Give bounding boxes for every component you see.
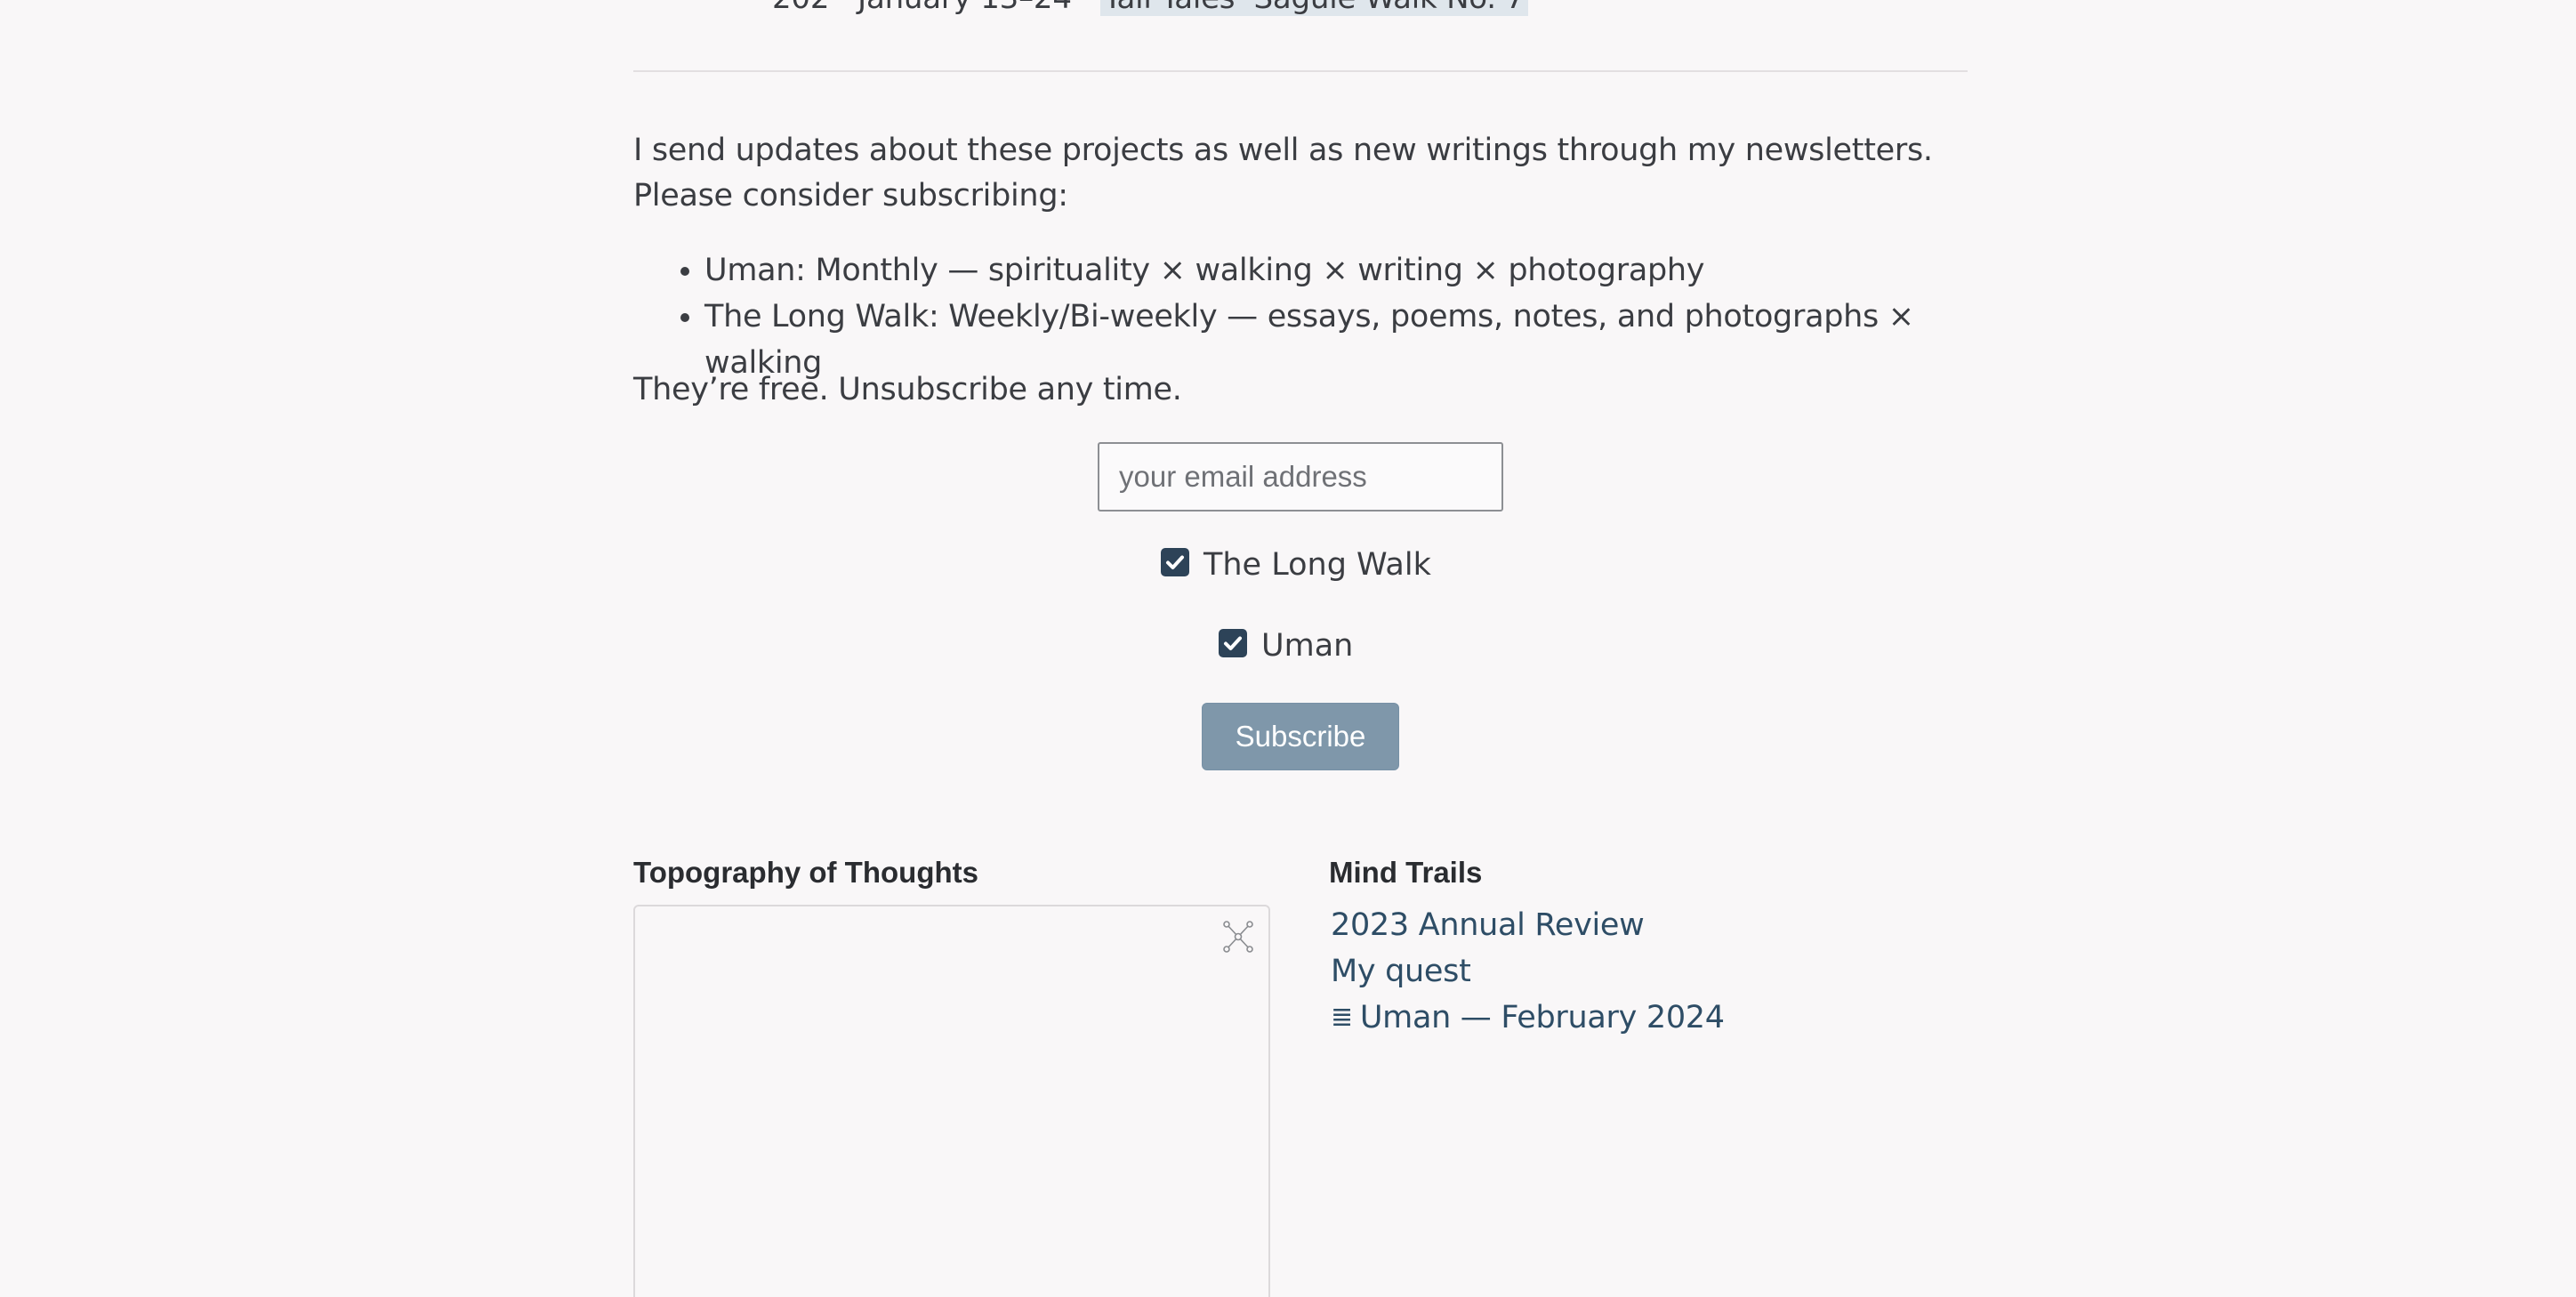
- list-item: 2023 Annual Review: [1331, 902, 1725, 948]
- mind-trails-list: 2023 Annual Review My quest ≣ Uman — Febr…: [1331, 902, 1725, 1041]
- list-item: My quest: [1331, 948, 1725, 995]
- list-item: ≣ Uman — February 2024: [1331, 995, 1725, 1041]
- mind-trails-title: Mind Trails: [1329, 856, 1483, 889]
- newsletter-list: Uman: Monthly — spirituality × walking ×…: [633, 247, 2039, 386]
- trail-link-uman-february[interactable]: ≣ Uman — February 2024: [1331, 1000, 1725, 1035]
- free-note: They’re free. Unsubscribe any time.: [633, 372, 1182, 407]
- trail-link-annual-review[interactable]: 2023 Annual Review: [1331, 907, 1645, 943]
- topography-title: Topography of Thoughts: [633, 856, 978, 889]
- email-field[interactable]: [1098, 442, 1503, 512]
- trail-link-my-quest[interactable]: My quest: [1331, 954, 1471, 989]
- checkbox-uman[interactable]: Uman: [1219, 628, 1353, 664]
- graph-view[interactable]: [633, 905, 1270, 1297]
- newsletter-intro: I send updates about these projects as w…: [633, 133, 1933, 213]
- previous-item-prefix: 202 · January 13–24 ·: [772, 0, 1091, 16]
- graph-network-icon[interactable]: [1220, 919, 1256, 955]
- section-divider: [633, 70, 1968, 72]
- trail-link-label: Uman — February 2024: [1359, 1000, 1725, 1035]
- checkbox-uman-label: Uman: [1261, 628, 1354, 664]
- document-list-icon: ≣: [1331, 1002, 1353, 1033]
- checkbox-long-walk-label: The Long Walk: [1203, 547, 1431, 583]
- checkbox-checked-icon[interactable]: [1161, 548, 1189, 576]
- subscribe-button[interactable]: Subscribe: [1202, 703, 1399, 770]
- checkbox-checked-icon[interactable]: [1219, 629, 1247, 657]
- previous-item-line: 202 · January 13–24 · Tail Tales· Saguie…: [772, 0, 1528, 16]
- previous-item-link[interactable]: Tail Tales· Saguie Walk No. 7: [1099, 0, 1528, 16]
- newsletter-list-item-uman: Uman: Monthly — spirituality × walking ×…: [704, 247, 2039, 294]
- checkbox-long-walk[interactable]: The Long Walk: [1161, 547, 1431, 583]
